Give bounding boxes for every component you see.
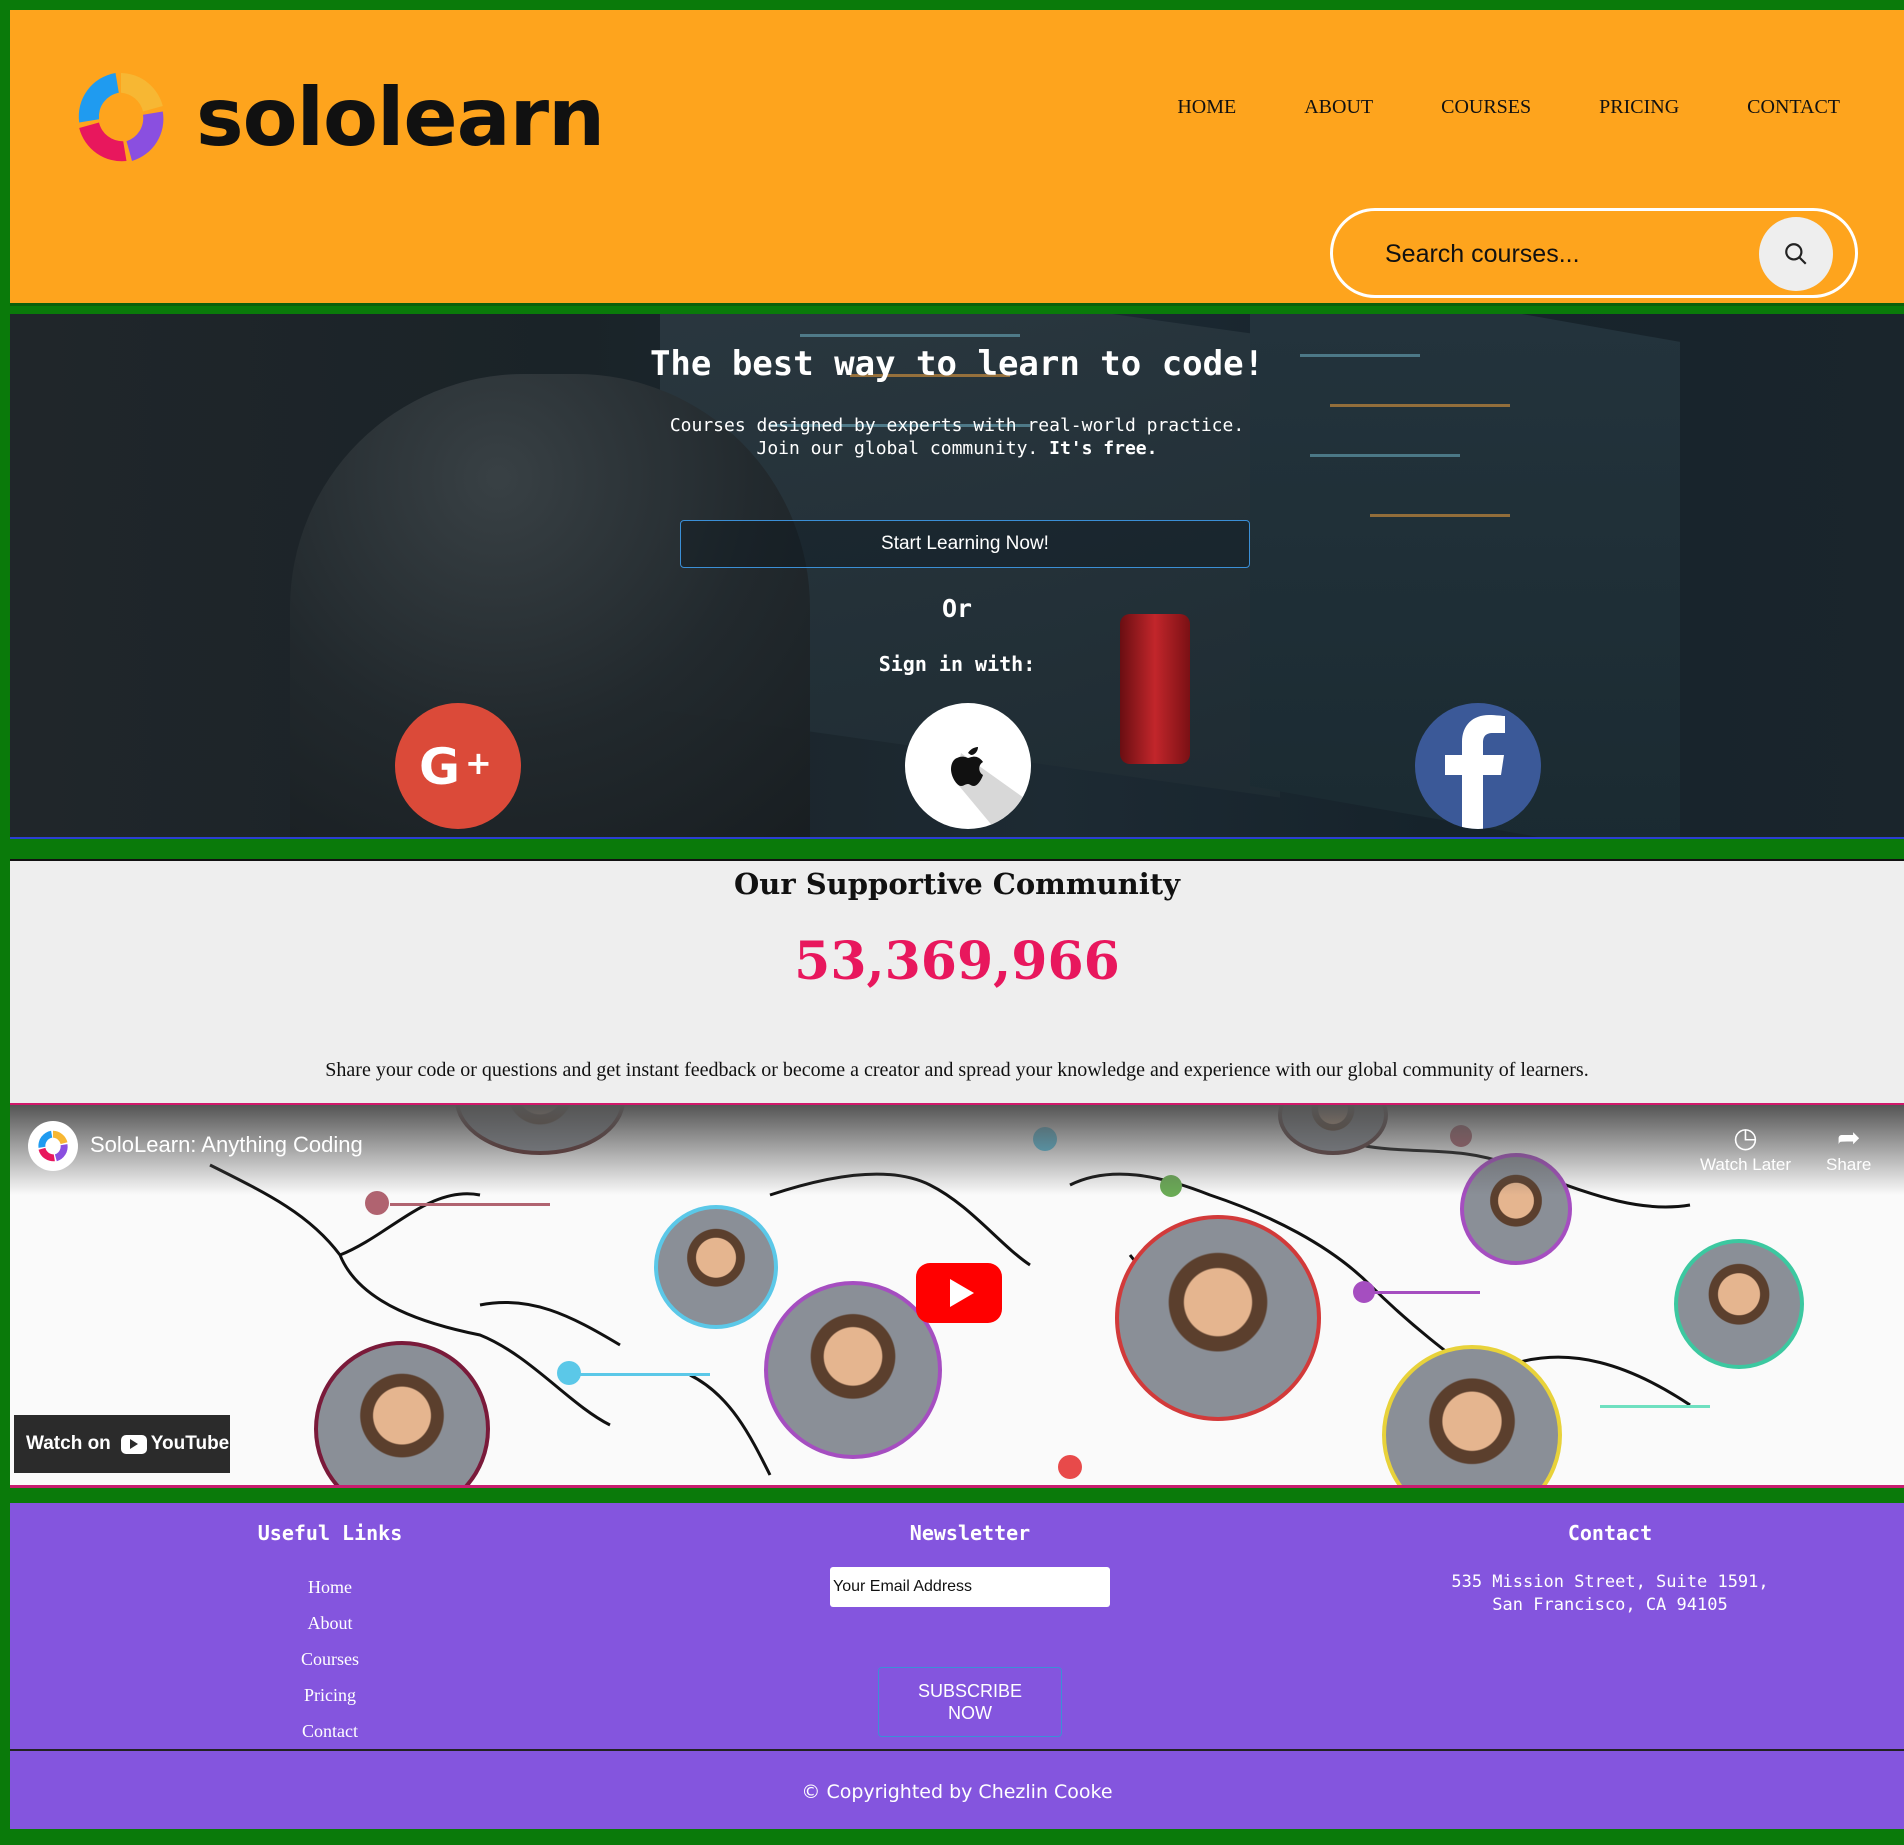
footer-divider <box>10 1749 1904 1751</box>
useful-links-column: Useful Links Home About Courses Pricing … <box>230 1521 430 1749</box>
code-decoration <box>1370 514 1510 517</box>
community-member-avatar <box>1115 1215 1321 1421</box>
video-embed[interactable]: SoloLearn: Anything Coding ◷ Watch Later… <box>10 1105 1904 1488</box>
search-input[interactable] <box>1383 233 1747 275</box>
nav-pricing[interactable]: PRICING <box>1565 96 1713 119</box>
footer-links: Home About Courses Pricing Contact <box>230 1569 430 1749</box>
code-decoration <box>1330 404 1510 407</box>
footer-link-pricing[interactable]: Pricing <box>230 1677 430 1713</box>
clock-icon: ◷ <box>1733 1122 1758 1153</box>
free-text: It's free. <box>1049 438 1158 459</box>
connector-line <box>1600 1405 1710 1408</box>
contact-title: Contact <box>1567 1521 1653 1545</box>
contact-column: Contact 535 Mission Street, Suite 1591, … <box>1390 1521 1830 1617</box>
newsletter-column: Newsletter SUBSCRIBE NOW <box>820 1521 1120 1737</box>
brand-name: sololearn <box>196 70 605 164</box>
newsletter-title: Newsletter <box>909 1521 1031 1545</box>
site-header: sololearn HOME ABOUT COURSES PRICING CON… <box>10 10 1904 306</box>
connector-line <box>1370 1291 1480 1294</box>
youtube-icon <box>120 1434 147 1454</box>
footer-link-home[interactable]: Home <box>230 1569 430 1605</box>
channel-logo[interactable] <box>28 1121 78 1171</box>
community-member-avatar <box>654 1205 778 1329</box>
community-member-avatar <box>1674 1239 1804 1369</box>
youtube-wordmark: YouTube <box>150 1433 230 1454</box>
background-can <box>1120 614 1190 764</box>
community-counter: 53,369,966 <box>794 931 1120 992</box>
share-label: Share <box>1826 1155 1872 1174</box>
apple-icon <box>951 747 1031 829</box>
watch-on-label: Watch on <box>26 1433 111 1454</box>
email-field[interactable] <box>830 1567 1110 1607</box>
facebook-signin-button[interactable] <box>1415 703 1541 829</box>
facebook-icon <box>1445 715 1505 829</box>
hero-subtitle-line2: Join our global community. It's free. <box>756 438 1158 459</box>
nav-courses[interactable]: COURSES <box>1407 96 1565 119</box>
connector-dot <box>1058 1455 1082 1479</box>
play-button[interactable] <box>916 1263 1002 1323</box>
watch-later-button[interactable]: ◷ Watch Later <box>1700 1121 1791 1175</box>
nav-contact[interactable]: CONTACT <box>1713 96 1874 119</box>
sololearn-logo-icon <box>78 73 164 162</box>
code-decoration <box>800 334 1020 337</box>
hero-subtitle: Courses designed by experts with real-wo… <box>10 414 1904 460</box>
connector-line <box>390 1203 550 1206</box>
footer-link-about[interactable]: About <box>230 1605 430 1641</box>
watch-on-youtube-button[interactable]: Watch on YouTube <box>14 1415 230 1473</box>
google-signin-button[interactable]: G + <box>395 703 521 829</box>
share-button[interactable]: ➦ Share <box>1826 1121 1871 1175</box>
or-label: Or <box>941 594 973 623</box>
signin-label: Sign in with: <box>878 652 1036 676</box>
logo[interactable]: sololearn <box>66 62 605 172</box>
nav-about[interactable]: ABOUT <box>1270 96 1407 119</box>
community-title: Our Supportive Community <box>734 867 1180 901</box>
search-bar <box>1330 208 1858 298</box>
sololearn-logo-icon <box>38 1130 68 1162</box>
svg-text:G: G <box>419 738 460 796</box>
subscribe-button[interactable]: SUBSCRIBE NOW <box>878 1667 1062 1737</box>
start-learning-button[interactable]: Start Learning Now! <box>680 520 1250 568</box>
hero-section: The best way to learn to code! Courses d… <box>10 314 1904 839</box>
svg-text:+: + <box>465 744 492 782</box>
youtube-logo: YouTube <box>120 1433 230 1455</box>
footer-link-contact[interactable]: Contact <box>230 1713 430 1749</box>
site-footer: Useful Links Home About Courses Pricing … <box>10 1503 1904 1829</box>
search-button[interactable] <box>1759 217 1833 291</box>
hero-subtitle-line1: Courses designed by experts with real-wo… <box>669 415 1245 436</box>
watch-later-label: Watch Later <box>1700 1155 1792 1174</box>
main-nav: HOME ABOUT COURSES PRICING CONTACT <box>1143 96 1874 119</box>
nav-home[interactable]: HOME <box>1143 96 1270 119</box>
useful-links-title: Useful Links <box>257 1521 403 1545</box>
address: 535 Mission Street, Suite 1591, San Fran… <box>1451 1572 1769 1615</box>
connector-dot <box>557 1361 581 1385</box>
community-section: Our Supportive Community 53,369,966 Shar… <box>10 859 1904 1105</box>
footer-link-courses[interactable]: Courses <box>230 1641 430 1677</box>
copyright: © Copyrighted by Chezlin Cooke <box>801 1781 1113 1803</box>
search-icon <box>1785 243 1807 265</box>
connector-line <box>570 1373 710 1376</box>
hero-title: The best way to learn to code! <box>649 344 1265 384</box>
share-icon: ➦ <box>1836 1122 1861 1153</box>
community-description: Share your code or questions and get ins… <box>325 1059 1589 1081</box>
google-plus-icon: G + <box>419 738 492 796</box>
video-title[interactable]: SoloLearn: Anything Coding <box>90 1132 363 1158</box>
apple-signin-button[interactable] <box>905 703 1031 829</box>
play-icon <box>950 1279 974 1307</box>
